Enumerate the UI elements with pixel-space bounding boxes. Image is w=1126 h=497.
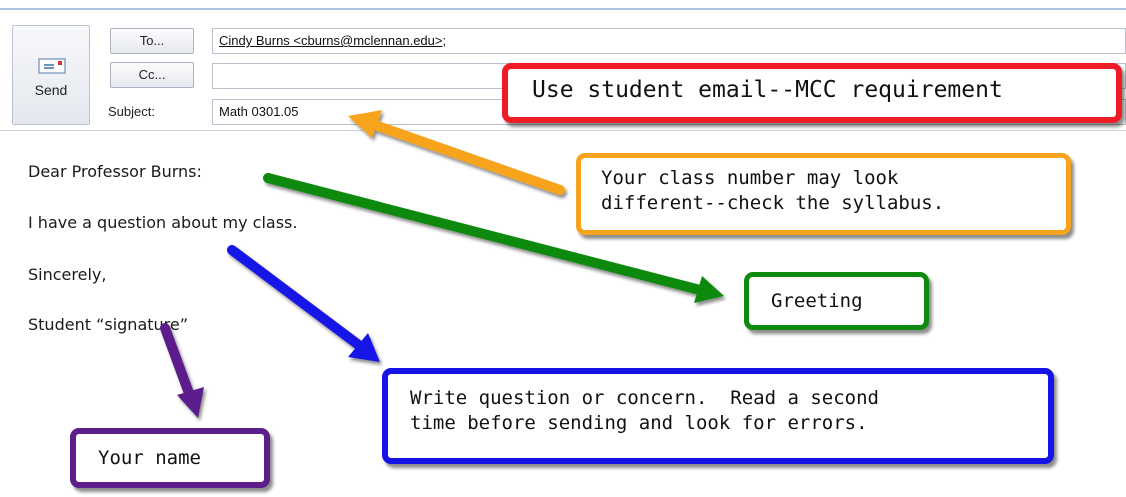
blue-arrow <box>227 245 380 362</box>
callout-question-line2: time before sending and look for errors. <box>410 412 868 434</box>
callout-student-email: Use student email--MCC requirement <box>502 63 1122 123</box>
callout-class-number-line2: different--check the syllabus. <box>601 192 945 214</box>
body-closing[interactable]: Sincerely, <box>28 265 106 284</box>
callout-question-line1: Write question or concern. Read a second <box>410 387 879 409</box>
send-button[interactable]: Send <box>12 25 90 125</box>
cc-button[interactable]: Cc... <box>110 62 194 88</box>
to-separator: ; <box>442 33 447 48</box>
to-button[interactable]: To... <box>110 28 194 54</box>
body-greeting[interactable]: Dear Professor Burns: <box>28 162 202 181</box>
send-label: Send <box>34 82 68 98</box>
body-question[interactable]: I have a question about my class. <box>28 213 297 232</box>
callout-greeting: Greeting <box>744 272 929 330</box>
callout-class-number: Your class number may look different--ch… <box>576 153 1071 235</box>
envelope-send-icon <box>38 58 66 74</box>
to-field[interactable]: Cindy Burns <cburns@mclennan.edu>; <box>212 28 1126 54</box>
subject-label: Subject: <box>108 104 155 119</box>
callout-question: Write question or concern. Read a second… <box>382 368 1054 464</box>
header-divider <box>0 130 1126 131</box>
callout-class-number-line1: Your class number may look <box>601 167 899 189</box>
body-signature[interactable]: Student “signature” <box>28 315 188 334</box>
callout-your-name: Your name <box>70 428 270 488</box>
purple-arrow <box>160 323 204 418</box>
to-recipient[interactable]: Cindy Burns <cburns@mclennan.edu> <box>219 33 443 48</box>
